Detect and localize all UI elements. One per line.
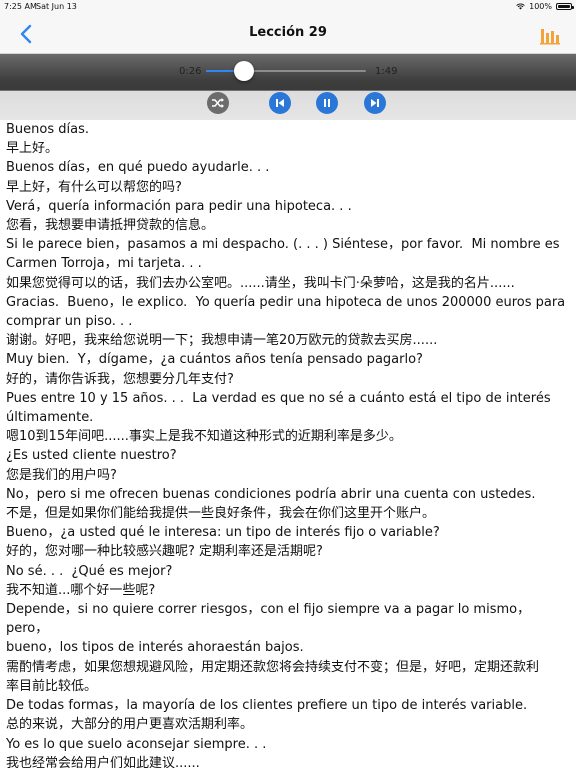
skip-next-icon	[371, 99, 379, 107]
current-time: 0:26	[179, 66, 202, 77]
transcript-line: Buenos días，en qué puedo ayudarle. . .	[6, 160, 270, 176]
transcript-line: 好的，请你告诉我，您想要分几年支付?	[6, 371, 234, 387]
transcript-line: 如果您觉得可以的话，我们去办公室吧。......请坐，我叫卡门·朵萝哈，这是我的…	[6, 275, 515, 291]
shuffle-icon	[212, 98, 224, 108]
transcript-line: ¿Es usted cliente nuestro?	[6, 448, 177, 464]
transcript-line: Muy bien. Y，dígame，¿a cuántos años tenía…	[6, 352, 423, 368]
transcript-line: 您是我们的用户吗?	[6, 467, 117, 483]
previous-button[interactable]	[269, 92, 291, 114]
status-date: Sat Jun 13	[36, 2, 77, 11]
transcript-line: No，pero si me ofrecen buenas condiciones…	[6, 486, 536, 502]
transcript-line: 我不知道...哪个好一些呢?	[6, 582, 156, 598]
transcript-line: Pues entre 10 y 15 años. . . La verdad e…	[6, 390, 551, 406]
transcript-line: De todas formas，la mayoría de los client…	[6, 698, 528, 714]
bar-chart-icon[interactable]	[540, 25, 560, 45]
nav-bar: Lección 29	[0, 14, 576, 54]
transcript-line: Depende，si no quiere correr riesgos，con …	[6, 602, 531, 637]
progress-slider[interactable]	[206, 61, 366, 81]
transcript-line: 不是，但是如果你们能给我提供一些良好条件，我会在你们这里开个账户。	[6, 506, 436, 522]
pause-button[interactable]	[316, 92, 338, 114]
transcript-line: Bueno，¿a usted qué le interesa: un tipo …	[6, 525, 440, 541]
transcript-line: 率目前比较低。	[6, 678, 98, 694]
transcript-line: 总的来说，大部分的用户更喜欢活期利率。	[6, 717, 254, 733]
transcript-line: Verá，quería información para pedir una h…	[6, 198, 352, 214]
next-button[interactable]	[364, 92, 386, 114]
total-time: 1:49	[375, 66, 398, 77]
status-bar: 7:25 AM Sat Jun 13 100%	[0, 0, 576, 14]
transcript-line: 早上好，有什么可以帮您的吗?	[6, 179, 182, 195]
battery-percent: 100%	[529, 2, 552, 11]
wifi-icon	[516, 3, 525, 10]
transcript-line: Buenos días.	[6, 122, 89, 137]
progress-thumb[interactable]	[234, 61, 255, 81]
pause-icon	[324, 99, 330, 107]
transcript-line: 需酌情考虑，如果您想规避风险，用定期还款您将会持续支付不变；但是，好吧，定期还款…	[6, 659, 540, 675]
transcript-line: Gracias. Bueno，le explico. Yo quería ped…	[6, 294, 566, 310]
transcript-line: últimamente.	[6, 410, 94, 426]
transcript-line: comprar un piso. . .	[6, 314, 133, 330]
audio-player: 0:26 1:49	[0, 54, 576, 120]
transcript-line: 嗯10到15年间吧......事实上是我不知道这种形式的近期利率是多少。	[6, 429, 402, 445]
transcript-line: No sé. . . ¿Qué es mejor?	[6, 563, 173, 579]
transcript-line: 早上好。	[6, 141, 59, 157]
skip-previous-icon	[276, 99, 284, 107]
transcript-line: 谢谢。好吧，我来给您说明一下；我想申请一笔20万欧元的贷款去买房......	[6, 333, 438, 349]
status-time: 7:25 AM	[4, 2, 37, 11]
battery-icon	[556, 3, 574, 10]
transcript-line: Si le parece bien，pasamos a mi despacho.…	[6, 237, 560, 253]
transcript-line: Carmen Torroja，mi tarjeta. . .	[6, 256, 202, 272]
transcript[interactable]: Buenos días. 早上好。 Buenos días，en qué puedo…	[0, 120, 576, 768]
transcript-line: bueno，los tipos de interés ahoraestán ba…	[6, 640, 304, 656]
status-right: 100%	[516, 2, 574, 11]
shuffle-button[interactable]	[207, 92, 229, 114]
transcript-line: Yo es lo que suelo aconsejar siempre. . …	[6, 736, 267, 752]
transcript-line: 我也经常会给用户们如此建议......	[6, 755, 200, 768]
transcript-line: 您看，我想要申请抵押贷款的信息。	[6, 218, 215, 234]
transcript-line: 好的，您对哪一种比较感兴趣呢? 定期利率还是活期呢?	[6, 544, 323, 560]
page-title: Lección 29	[249, 25, 327, 40]
